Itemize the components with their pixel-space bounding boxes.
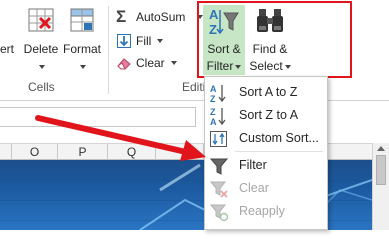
menu-item-reapply[interactable]: Reapply xyxy=(205,200,327,223)
delete-button[interactable]: Delete xyxy=(22,4,60,76)
column-header-q[interactable]: Q xyxy=(108,144,156,160)
autosum-label: AutoSum xyxy=(136,10,186,24)
column-header-p[interactable]: P xyxy=(58,144,108,160)
format-cells-icon xyxy=(70,8,94,32)
ribbon-group-divider xyxy=(108,6,109,94)
fill-label: Fill xyxy=(136,34,152,48)
fill-dropdown-caret xyxy=(157,39,164,43)
ribbon: ert Delete Format Cells Σ AutoSum Fill C… xyxy=(0,0,389,101)
column-headers: O P Q xyxy=(0,143,389,160)
menu-item-label: Custom Sort... xyxy=(239,131,319,145)
format-button[interactable]: Format xyxy=(60,4,104,76)
sort-filter-menu: A Z Sort A to Z Z A Sort Z to A Custom S… xyxy=(204,76,328,230)
menu-item-sort-a-to-z[interactable]: A Z Sort A to Z xyxy=(205,81,327,104)
menu-item-label: Reapply xyxy=(239,204,285,218)
format-button-label: Format xyxy=(62,42,101,56)
clear-dropdown-caret xyxy=(170,61,177,65)
reapply-filter-icon xyxy=(209,204,229,222)
column-header[interactable] xyxy=(156,144,204,160)
vertical-scrollbar[interactable] xyxy=(372,143,389,230)
menu-item-clear[interactable]: Clear xyxy=(205,177,327,200)
clear-button[interactable]: Clear xyxy=(116,54,177,72)
insert-button-label: ert xyxy=(0,42,15,56)
clear-label: Clear xyxy=(136,56,165,70)
menu-item-label: Clear xyxy=(239,181,269,195)
menu-item-label: Sort Z to A xyxy=(239,108,299,122)
autosum-button[interactable]: Σ AutoSum xyxy=(116,7,204,26)
fill-down-icon xyxy=(117,34,131,48)
menu-item-label: Sort A to Z xyxy=(239,85,298,99)
scrollbar-thumb[interactable] xyxy=(376,155,386,185)
svg-text:A: A xyxy=(210,117,217,126)
menu-item-label: Filter xyxy=(239,158,267,172)
format-dropdown-caret xyxy=(60,59,104,74)
column-header[interactable] xyxy=(0,144,12,160)
delete-dropdown-caret xyxy=(22,59,60,74)
menu-separator xyxy=(235,151,323,152)
editing-group-label: Editi xyxy=(182,80,206,94)
menu-item-custom-sort[interactable]: Custom Sort... xyxy=(205,127,327,150)
insert-button[interactable]: ert xyxy=(0,4,22,76)
column-header-o[interactable]: O xyxy=(12,144,58,160)
delete-cells-icon xyxy=(28,8,54,32)
scroll-up-arrow-icon[interactable] xyxy=(377,146,385,151)
clear-filter-icon xyxy=(209,181,228,198)
eraser-icon xyxy=(117,58,131,70)
autosum-icon: Σ xyxy=(116,7,127,26)
svg-text:Z: Z xyxy=(210,107,216,117)
menu-item-filter[interactable]: Filter xyxy=(205,154,327,177)
filter-icon xyxy=(209,158,229,175)
sort-z-to-a-icon: Z A xyxy=(210,107,226,126)
svg-text:A: A xyxy=(210,84,217,94)
svg-text:Z: Z xyxy=(210,94,216,103)
cells-group-label: Cells xyxy=(28,80,55,94)
sort-a-to-z-icon: A Z xyxy=(210,84,226,103)
fill-button[interactable]: Fill xyxy=(116,32,164,50)
delete-button-label: Delete xyxy=(23,42,59,56)
custom-sort-icon xyxy=(210,131,227,147)
formula-input[interactable] xyxy=(0,107,196,127)
annotation-highlight-box xyxy=(197,1,352,78)
menu-item-sort-z-to-a[interactable]: Z A Sort Z to A xyxy=(205,104,327,127)
